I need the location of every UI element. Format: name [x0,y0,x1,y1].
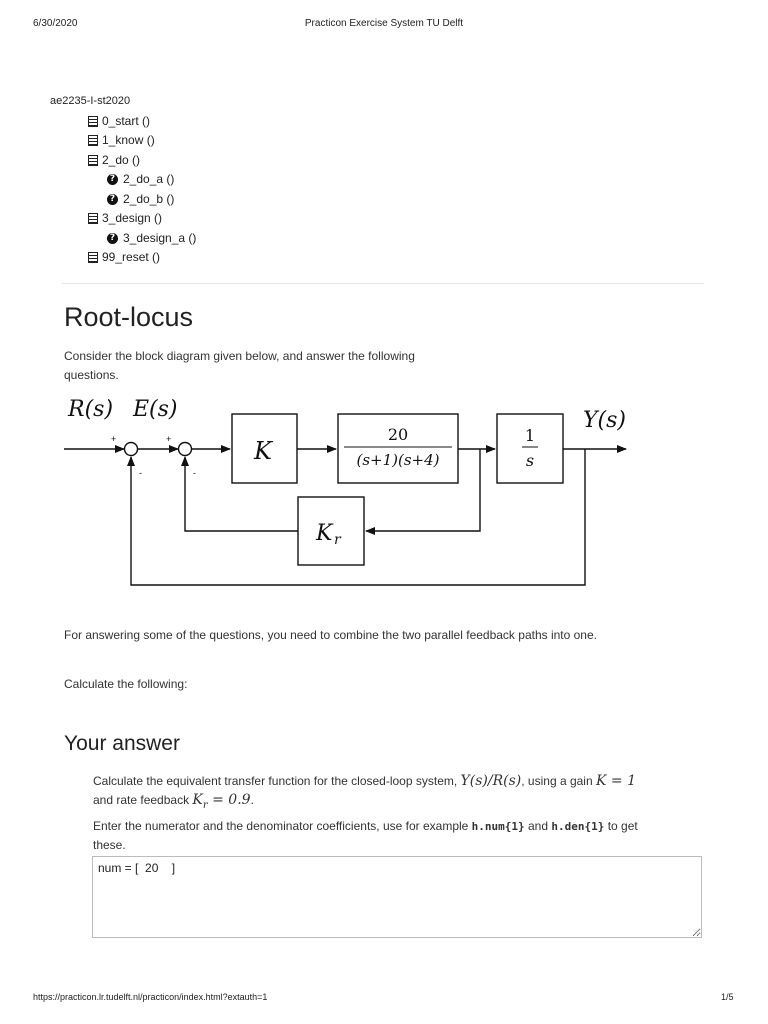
math-kr-equals: Kr = 0.9 [192,792,251,811]
divider [62,283,704,284]
feedback-k-text: K [315,521,334,546]
question-part-3: and rate feedback [93,793,190,807]
footer-url[interactable]: https://practicon.lr.tudelft.nl/practico… [33,992,267,1002]
answer-textarea[interactable]: num = [ 20 ] [92,856,702,938]
tree-item-label: 1_know () [102,133,155,147]
math-y-over-r: Y(s)/R(s) [460,773,522,789]
page-icon [88,135,98,147]
answer-heading: Your answer [64,732,180,755]
integrator-block [496,413,564,484]
question-part-2: , using a gain [521,774,593,788]
integrator-denominator: s [526,451,534,470]
page-icon [88,154,98,166]
plus-sign-2: + [166,434,171,444]
page-icon [88,213,98,225]
plant-denominator: (s+1)(s+4) [356,451,439,469]
tree-item[interactable]: ? 2_do_b () [107,190,196,210]
summing-junction-2 [177,441,193,457]
question-part-4: . [250,793,254,807]
page-icon [88,252,98,264]
instruction-and: and [528,819,549,833]
plant-numerator: 20 [388,425,408,444]
integrator-numerator: 1 [525,426,535,445]
tree-item-label: 99_reset () [102,250,161,264]
question-icon: ? [107,174,118,186]
math-kr-value: = 0.9 [207,792,251,808]
paragraph-combine: For answering some of the questions, you… [64,628,597,642]
tree-item[interactable]: ? 2_do_a () [107,170,196,190]
gain-k-text: K [253,437,274,465]
tree-item-label: 0_start () [102,113,151,128]
minus-sign-2: - [193,468,196,478]
block-diagram: R(s) E(s) Y(s) K K r 20 (s+1)(s+4) 1 s +… [64,397,627,586]
plus-sign-1: + [111,434,116,444]
tree-item-label: 3_design_a () [123,230,197,245]
tree-root[interactable]: ae2235-I-st2020 [50,92,196,112]
tree-item[interactable]: ? 3_design_a () [107,229,196,249]
summing-junction-1 [123,441,139,457]
label-e-of-s: E(s) [132,397,178,422]
code-num: h.num{1} [471,820,525,833]
page-icon [88,115,98,127]
tree-item[interactable]: 0_start () [88,112,196,132]
page-title: Root-locus [64,302,194,332]
tree-item-label: 3_design () [102,211,163,225]
feedback-r-subscript: r [334,532,342,548]
question-icon: ? [107,233,118,244]
question-icon: ? [107,194,118,205]
tree-item-label: 2_do () [102,152,141,167]
instruction-part-1: Enter the numerator and the denominator … [93,819,469,833]
instruction-part-3: these. [93,838,126,852]
tree-item[interactable]: 3_design () [88,209,196,229]
question-text: Calculate the equivalent transfer functi… [93,772,703,815]
tree-item-label: 2_do_b () [123,191,175,206]
tree-item[interactable]: 99_reset () [88,248,196,268]
math-kr-k: K [192,792,203,808]
intro-line-2: questions. [64,368,119,382]
paragraph-calculate: Calculate the following: [64,677,188,691]
minus-sign-1: - [139,468,142,478]
instruction-part-2: to get [607,819,638,833]
label-y-of-s: Y(s) [583,408,626,433]
instruction-text: Enter the numerator and the denominator … [93,817,703,855]
tree-item[interactable]: 1_know () [88,131,196,151]
question-part-1: Calculate the equivalent transfer functi… [93,774,458,788]
tree-item-label: 2_do_a () [123,172,175,186]
exercise-tree: ae2235-I-st2020 0_start () 1_know () 2_do … [50,92,196,268]
tree-item[interactable]: 2_do () [88,151,196,171]
math-k-equals: K = 1 [596,773,636,789]
footer-page-number: 1/5 [721,992,734,1002]
print-title: Practicon Exercise System TU Delft [304,18,464,29]
code-den: h.den{1} [551,820,605,833]
label-r-of-s: R(s) [67,397,113,422]
intro-line-1: Consider the block diagram given below, … [64,349,415,363]
